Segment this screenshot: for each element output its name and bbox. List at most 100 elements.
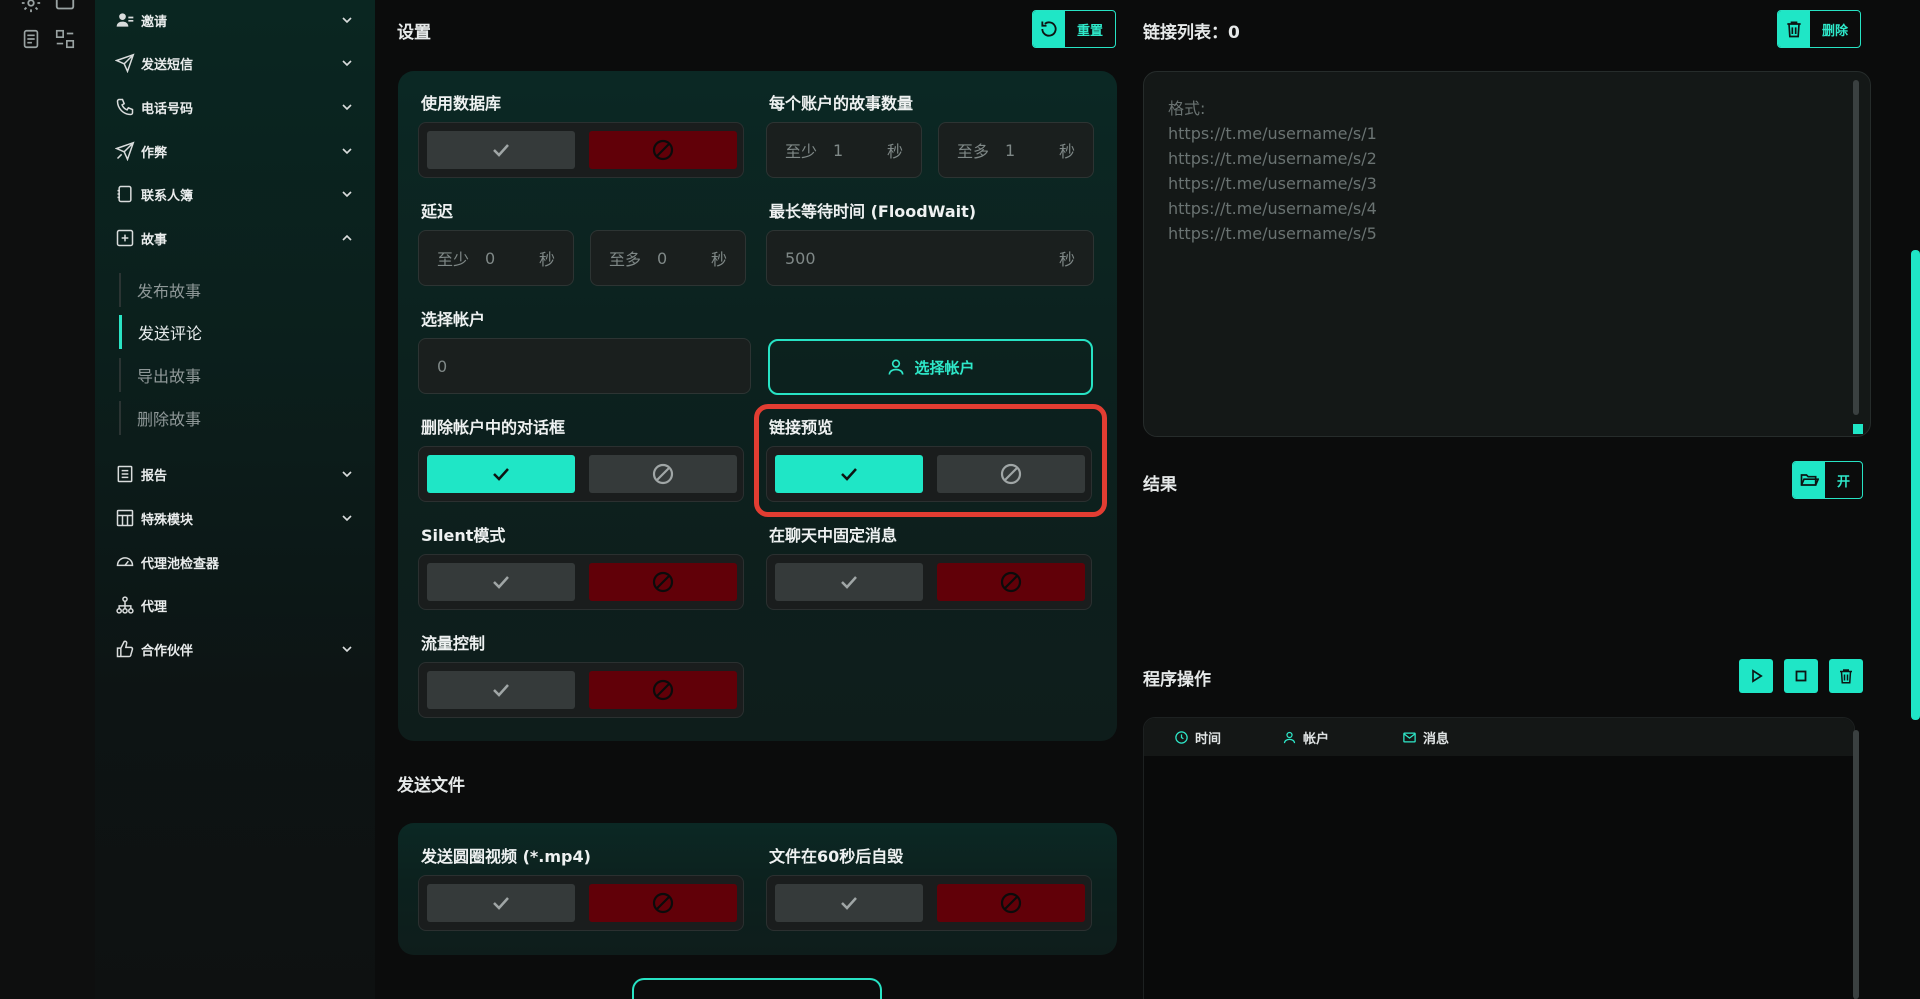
sidebar-item-report[interactable]: 报告 xyxy=(115,459,355,489)
resize-handle[interactable] xyxy=(1853,424,1863,434)
chevron-down-icon xyxy=(339,510,355,526)
chevron-down-icon xyxy=(339,55,355,71)
page-scrollbar-thumb[interactable] xyxy=(1911,250,1920,720)
settings-gear-icon[interactable] xyxy=(20,0,42,14)
delete-dialog-yes-button[interactable] xyxy=(427,455,575,493)
delay-max-input[interactable]: 至多 0 秒 xyxy=(590,230,746,286)
chevron-down-icon xyxy=(339,186,355,202)
sidebar-item-invite[interactable]: 邀请 xyxy=(115,5,355,35)
unit-suffix: 秒 xyxy=(538,250,555,269)
delete-label: 删除 xyxy=(1822,23,1849,39)
ban-icon xyxy=(1000,463,1022,485)
link-preview-yes-button[interactable] xyxy=(775,455,923,493)
unit-suffix: 秒 xyxy=(710,250,727,269)
sidebar-item-phone[interactable]: 电话号码 xyxy=(115,92,355,122)
check-icon xyxy=(841,897,857,910)
blocks-icon[interactable] xyxy=(54,28,76,50)
use-db-no-button[interactable] xyxy=(589,131,737,169)
delete-dialog-no-button[interactable] xyxy=(589,455,737,493)
sub-item-export-story[interactable]: 导出故事 xyxy=(119,358,339,392)
delay-min-input[interactable]: 至少 0 秒 xyxy=(418,230,574,286)
play-button[interactable] xyxy=(1739,659,1773,693)
textarea-scrollbar[interactable] xyxy=(1853,80,1859,415)
self-destruct-no-button[interactable] xyxy=(937,884,1085,922)
link-preview-no-button[interactable] xyxy=(937,455,1085,493)
silent-mode-toggle xyxy=(418,554,744,610)
floodwait-label: 最长等待时间 (FloodWait) xyxy=(769,202,977,221)
col-time[interactable]: 时间 xyxy=(1174,728,1221,747)
link-list-textarea[interactable]: 格式: https://t.me/username/s/1 https://t.… xyxy=(1143,71,1871,437)
silent-no-button[interactable] xyxy=(589,563,737,601)
sidebar-item-partners[interactable]: 合作伙伴 xyxy=(115,634,355,664)
sidebar-item-contacts[interactable]: 联系人簿 xyxy=(115,179,355,209)
delay-label: 延迟 xyxy=(421,202,454,221)
module-grid-icon xyxy=(115,508,135,528)
select-account-button[interactable]: 选择帐户 xyxy=(768,339,1093,395)
clear-log-button[interactable] xyxy=(1829,659,1863,693)
trash-icon xyxy=(1778,11,1810,47)
floodwait-value: 500 xyxy=(785,248,816,268)
traffic-yes-button[interactable] xyxy=(427,671,575,709)
sidebar-item-label: 邀请 xyxy=(141,14,168,30)
plane-cheat-icon xyxy=(114,141,135,162)
screen-icon[interactable] xyxy=(54,0,76,14)
sidebar-item-label: 联系人簿 xyxy=(141,188,194,204)
check-icon xyxy=(493,897,509,910)
sidebar-item-proxy-checker[interactable]: 代理池检查器 xyxy=(115,547,355,577)
use-db-yes-button[interactable] xyxy=(427,131,575,169)
stories-min-input[interactable]: 至少 1 秒 xyxy=(766,122,922,178)
sidebar-item-cheat[interactable]: 作弊 xyxy=(114,136,355,166)
ban-icon xyxy=(1000,571,1022,593)
col-message[interactable]: 消息 xyxy=(1402,728,1449,747)
floodwait-input[interactable]: 500 秒 xyxy=(766,230,1094,286)
sidebar-item-proxy[interactable]: 代理 xyxy=(115,590,355,620)
link-list-title: 链接列表：0 xyxy=(1143,23,1240,43)
pin-message-toggle xyxy=(766,554,1092,610)
pin-no-button[interactable] xyxy=(937,563,1085,601)
thumb-up-icon xyxy=(115,639,135,659)
chevron-down-icon xyxy=(339,466,355,482)
check-icon xyxy=(493,684,509,697)
circle-video-yes-button[interactable] xyxy=(427,884,575,922)
silent-yes-button[interactable] xyxy=(427,563,575,601)
sub-item-delete-story[interactable]: 删除故事 xyxy=(119,401,339,435)
pin-message-label: 在聊天中固定消息 xyxy=(769,526,898,545)
user-icon xyxy=(1283,731,1296,744)
circle-video-toggle xyxy=(418,875,744,931)
phone-icon xyxy=(115,97,135,117)
traffic-no-button[interactable] xyxy=(589,671,737,709)
ban-icon xyxy=(652,463,674,485)
sidebar-item-special-modules[interactable]: 特殊模块 xyxy=(115,503,355,533)
users-icon xyxy=(115,10,135,30)
col-account[interactable]: 帐户 xyxy=(1282,728,1329,747)
max-prefix: 至多 xyxy=(957,142,990,161)
sidebar-item-label: 特殊模块 xyxy=(141,512,194,528)
network-icon xyxy=(115,595,135,615)
account-count-input[interactable]: 0 xyxy=(418,338,751,394)
sidebar-item-send-sms[interactable]: 发送短信 xyxy=(114,48,355,78)
stop-button[interactable] xyxy=(1784,659,1818,693)
reset-button[interactable]: 重置 xyxy=(1032,10,1117,48)
unit-suffix: 秒 xyxy=(886,142,903,161)
self-destruct-yes-button[interactable] xyxy=(775,884,923,922)
circle-video-no-button[interactable] xyxy=(589,884,737,922)
delete-links-button[interactable]: 删除 xyxy=(1777,10,1862,48)
min-value: 1 xyxy=(833,140,844,160)
sub-item-publish-story[interactable]: 发布故事 xyxy=(119,273,339,307)
max-value: 1 xyxy=(1005,140,1016,160)
contacts-book-icon xyxy=(115,184,135,204)
sidebar-item-stories[interactable]: 故事 xyxy=(115,223,355,253)
activity-log: 时间 帐户 消息 xyxy=(1143,717,1855,999)
stories-max-input[interactable]: 至多 1 秒 xyxy=(938,122,1094,178)
log-scrollbar[interactable] xyxy=(1853,730,1859,999)
document-icon[interactable] xyxy=(20,28,42,50)
partial-action-button[interactable] xyxy=(632,978,882,999)
sub-item-send-comment[interactable]: 发送评论 xyxy=(119,315,339,349)
user-icon xyxy=(888,359,904,375)
traffic-control-label: 流量控制 xyxy=(421,634,486,653)
open-results-button[interactable]: 开 xyxy=(1792,461,1864,499)
refresh-icon xyxy=(1033,11,1065,47)
sidebar-item-label: 发送短信 xyxy=(141,57,194,73)
self-destruct-label: 文件在60秒后自毁 xyxy=(769,847,904,866)
pin-yes-button[interactable] xyxy=(775,563,923,601)
